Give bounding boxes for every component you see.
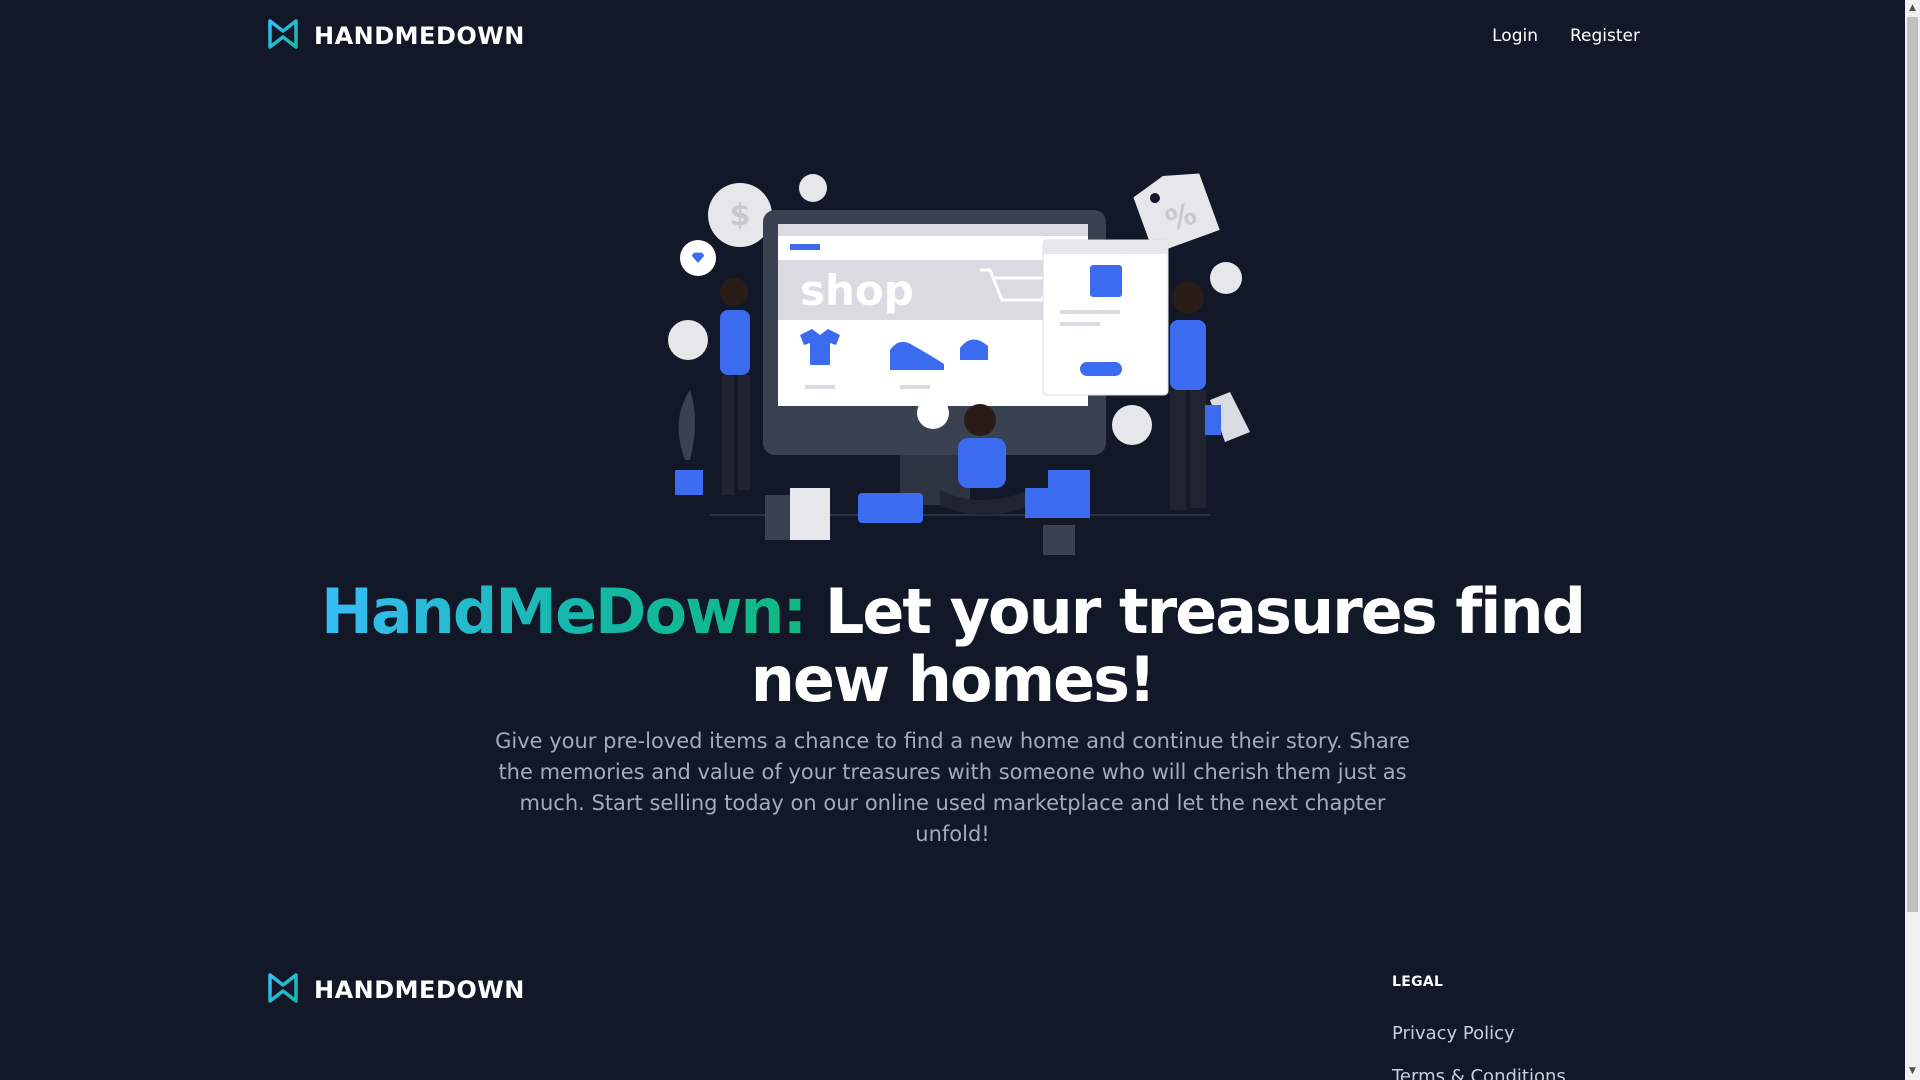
page: HANDMEDOWN Login Register $ % shop HandM… xyxy=(0,0,1905,1080)
logo-icon xyxy=(266,17,300,55)
brand-name: HANDMEDOWN xyxy=(314,22,525,50)
terms-conditions-link[interactable]: Terms & Conditions xyxy=(1392,1066,1566,1080)
footer-brand-name: HANDMEDOWN xyxy=(314,976,525,1004)
scroll-up-arrow-icon[interactable]: ▲ xyxy=(1905,0,1920,17)
svg-text:$: $ xyxy=(730,198,751,233)
site-header: HANDMEDOWN Login Register xyxy=(266,14,1640,58)
hero-shopping-illustration: $ % shop xyxy=(668,173,1250,555)
brand-home-link[interactable]: HANDMEDOWN xyxy=(266,14,525,58)
top-nav: Login Register xyxy=(1492,14,1640,58)
scrollbar-thumb[interactable] xyxy=(1907,17,1918,912)
hero-description: Give your pre-loved items a chance to fi… xyxy=(495,729,1410,846)
vertical-scrollbar[interactable]: ▲ ▼ xyxy=(1905,0,1920,1080)
footer-brand-link[interactable]: HANDMEDOWN xyxy=(266,968,525,1012)
footer-logo-icon xyxy=(266,971,300,1009)
scroll-down-arrow-icon[interactable]: ▼ xyxy=(1905,1063,1920,1080)
hero-headline: HandMeDown: Let your treasures find new … xyxy=(260,578,1645,714)
headline-rest: Let your treasures find new homes! xyxy=(750,575,1586,716)
privacy-policy-link[interactable]: Privacy Policy xyxy=(1392,1023,1515,1044)
legal-heading: LEGAL xyxy=(1392,974,1444,990)
headline-accent: HandMeDown: xyxy=(321,575,807,648)
login-link[interactable]: Login xyxy=(1492,26,1538,46)
register-link[interactable]: Register xyxy=(1570,26,1640,46)
svg-text:shop: shop xyxy=(800,266,914,315)
